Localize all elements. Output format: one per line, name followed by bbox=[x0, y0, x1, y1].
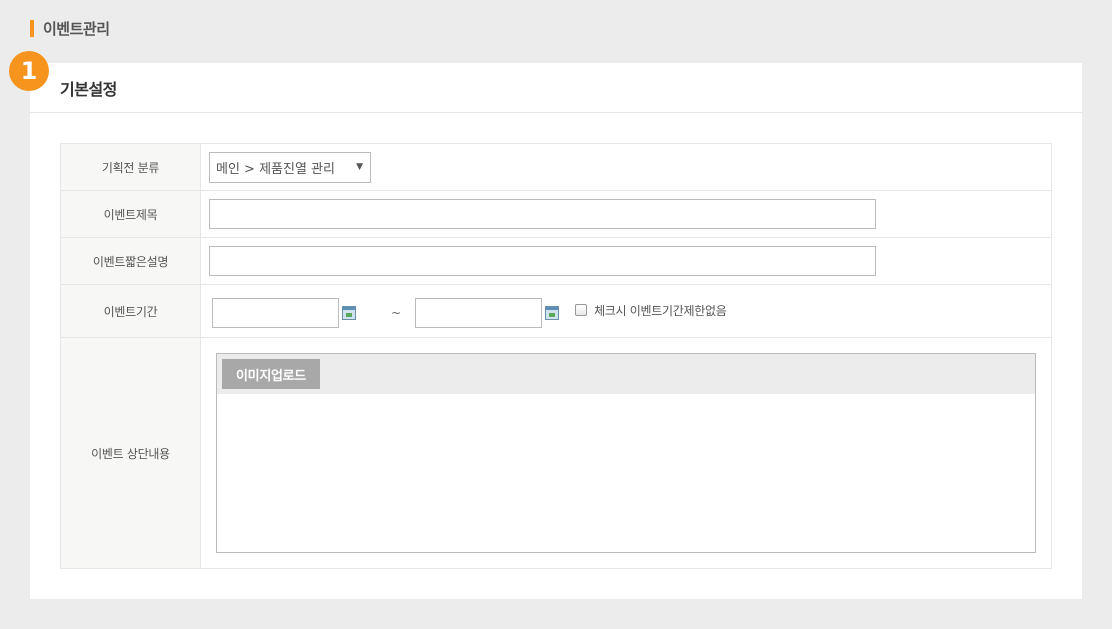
form-row-short-desc: 이벤트짧은설명 bbox=[61, 238, 1051, 285]
category-label: 기획전 분류 bbox=[61, 144, 201, 190]
page-title: 이벤트관리 bbox=[43, 19, 110, 38]
start-date-input[interactable] bbox=[212, 298, 339, 328]
category-select[interactable]: 메인 > 제품진열 관리 ▼ bbox=[209, 151, 371, 183]
unlimited-period-label: 체크시 이벤트기간제한없음 bbox=[594, 303, 727, 318]
image-upload-button[interactable]: 이미지업로드 bbox=[222, 359, 320, 389]
form-row-title: 이벤트제목 bbox=[61, 191, 1051, 238]
start-date-group bbox=[212, 298, 356, 328]
end-date-group bbox=[415, 298, 560, 328]
form-row-top-content: 이벤트 상단내용 이미지업로드 bbox=[61, 338, 1051, 568]
panel-header: 기본설정 bbox=[30, 63, 1082, 113]
step-badge: 1 bbox=[9, 51, 49, 91]
form-table: 기획전 분류 메인 > 제품진열 관리 ▼ 이벤트제목 이벤트짧은설명 이벤트기… bbox=[60, 143, 1052, 569]
page-header: 이벤트관리 bbox=[30, 19, 110, 38]
settings-panel: 기본설정 기획전 분류 메인 > 제품진열 관리 ▼ 이벤트제목 이벤트짧은설명 bbox=[30, 63, 1082, 599]
period-label: 이벤트기간 bbox=[61, 285, 201, 337]
unlimited-period-checkbox[interactable] bbox=[575, 304, 588, 316]
editor-toolbar: 이미지업로드 bbox=[217, 354, 1035, 394]
calendar-icon[interactable] bbox=[342, 306, 356, 320]
calendar-icon[interactable] bbox=[545, 306, 560, 320]
category-select-value: 메인 > 제품진열 관리 bbox=[216, 161, 335, 177]
top-content-label: 이벤트 상단내용 bbox=[61, 338, 201, 568]
event-title-label: 이벤트제목 bbox=[61, 191, 201, 237]
content-editor[interactable]: 이미지업로드 bbox=[216, 353, 1036, 553]
section-title: 기본설정 bbox=[60, 79, 117, 99]
header-accent-bar bbox=[30, 19, 34, 37]
short-desc-label: 이벤트짧은설명 bbox=[61, 238, 201, 284]
period-separator: ~ bbox=[391, 306, 402, 320]
form-row-period: 이벤트기간 ~ 체크시 이벤트기간제한없음 bbox=[61, 285, 1051, 338]
form-row-category: 기획전 분류 메인 > 제품진열 관리 ▼ bbox=[61, 144, 1051, 191]
short-desc-input[interactable] bbox=[209, 246, 876, 276]
chevron-down-icon: ▼ bbox=[356, 161, 363, 172]
event-title-input[interactable] bbox=[209, 199, 876, 229]
unlimited-period-option: 체크시 이벤트기간제한없음 bbox=[575, 302, 727, 319]
end-date-input[interactable] bbox=[415, 298, 543, 328]
